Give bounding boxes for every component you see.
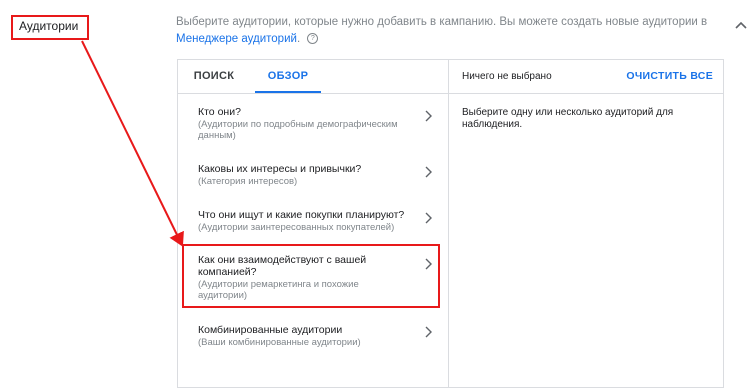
selection-header: Ничего не выбрано ОЧИСТИТЬ ВСЕ [448, 60, 723, 94]
chevron-right-icon [425, 326, 432, 338]
category-purchase-intent[interactable]: Что они ищут и какие покупки планируют? … [178, 206, 448, 236]
tab-overview[interactable]: ОБЗОР [255, 60, 321, 93]
clear-all-button[interactable]: ОЧИСТИТЬ ВСЕ [626, 70, 713, 82]
description-suffix: . [296, 33, 301, 45]
description-text: Выберите аудитории, которые нужно добави… [176, 16, 708, 28]
section-label-text: Аудитории [19, 19, 79, 33]
category-title: Что они ищут и какие покупки планируют? [198, 209, 405, 221]
category-title: Каковы их интересы и привычки? [198, 163, 362, 175]
audience-picker-panel: ПОИСК ОБЗОР Кто они? (Аудитории по подро… [177, 59, 724, 388]
chevron-right-icon [425, 110, 432, 122]
category-combined[interactable]: Комбинированные аудитории (Ваши комбинир… [178, 322, 448, 352]
chevron-right-icon [425, 212, 432, 224]
audience-manager-link[interactable]: Менеджере аудиторий [176, 33, 297, 45]
browse-pane: ПОИСК ОБЗОР Кто они? (Аудитории по подро… [178, 60, 449, 387]
chevron-up-icon[interactable] [734, 20, 748, 30]
section-label-audiences: Аудитории [11, 15, 89, 40]
category-subtitle: (Аудитории заинтересованных покупателей) [198, 222, 395, 233]
category-subtitle: (Категория интересов) [198, 176, 298, 187]
highlight-box [182, 244, 440, 308]
category-subtitle: (Ваши комбинированные аудитории) [198, 337, 361, 348]
chevron-right-icon [425, 166, 432, 178]
category-who[interactable]: Кто они? (Аудитории по подробным демогра… [178, 104, 448, 144]
category-subtitle: (Аудитории по подробным демографическим … [198, 119, 398, 141]
category-title: Кто они? [198, 106, 241, 118]
selection-pane: Ничего не выбрано ОЧИСТИТЬ ВСЕ Выберите … [448, 60, 723, 387]
help-icon[interactable]: ? [307, 33, 319, 45]
category-interests[interactable]: Каковы их интересы и привычки? (Категори… [178, 160, 448, 190]
category-title: Комбинированные аудитории [198, 324, 343, 336]
tab-bar: ПОИСК ОБЗОР [178, 60, 448, 94]
tab-search[interactable]: ПОИСК [192, 60, 236, 92]
audience-description: Выберите аудитории, которые нужно добави… [176, 14, 716, 48]
selection-hint: Выберите одну или несколько аудиторий дл… [462, 107, 674, 130]
selection-status: Ничего не выбрано [462, 71, 552, 82]
